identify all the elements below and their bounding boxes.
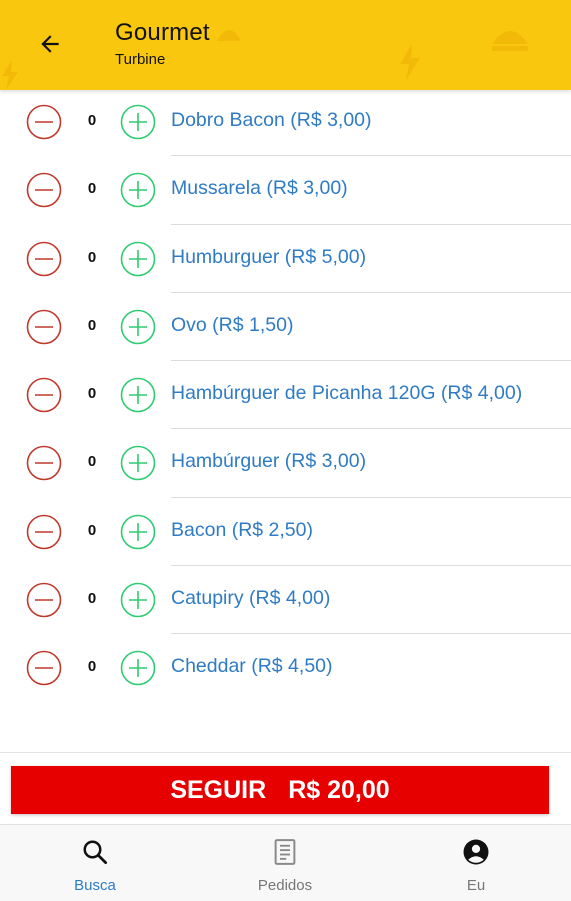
- item-quantity: 0: [87, 385, 97, 403]
- nav-orders-label: Pedidos: [257, 877, 313, 894]
- minus-circle-icon[interactable]: [26, 309, 62, 345]
- bottom-navigation: Busca Pedidos Eu: [0, 824, 571, 901]
- nav-search-label: Busca: [74, 877, 116, 894]
- item-label[interactable]: Hambúrguer de Picanha 120G (R$ 4,00): [171, 382, 549, 405]
- item-label[interactable]: Cheddar (R$ 4,50): [171, 655, 549, 678]
- list-item: 0 Dobro Bacon (R$ 3,00): [0, 88, 571, 157]
- item-label[interactable]: Humburguer (R$ 5,00): [171, 246, 549, 269]
- burger-decoration-icon: [492, 31, 528, 51]
- item-label[interactable]: Mussarela (R$ 3,00): [171, 177, 549, 200]
- plus-circle-icon[interactable]: [120, 309, 156, 345]
- list-item: 0 Hambúrguer (R$ 3,00): [0, 429, 571, 498]
- plus-circle-icon[interactable]: [120, 377, 156, 413]
- list-item: 0 Ovo (R$ 1,50): [0, 293, 571, 362]
- plus-circle-icon[interactable]: [120, 514, 156, 550]
- bolt-decoration-icon: [400, 44, 420, 80]
- plus-circle-icon[interactable]: [120, 445, 156, 481]
- plus-circle-icon[interactable]: [120, 104, 156, 140]
- minus-circle-icon[interactable]: [26, 514, 62, 550]
- burger-decoration-icon: [217, 30, 241, 41]
- plus-circle-icon[interactable]: [120, 582, 156, 618]
- item-label[interactable]: Ovo (R$ 1,50): [171, 314, 549, 337]
- item-quantity: 0: [87, 248, 97, 266]
- nav-me-label: Eu: [466, 877, 486, 894]
- plus-circle-icon[interactable]: [120, 172, 156, 208]
- continue-button[interactable]: SEGUIR R$ 20,00: [11, 766, 549, 814]
- item-quantity: 0: [87, 112, 97, 129]
- search-icon: [83, 840, 107, 864]
- minus-circle-icon[interactable]: [26, 377, 62, 413]
- minus-circle-icon[interactable]: [26, 104, 62, 140]
- item-quantity: 0: [87, 453, 97, 471]
- item-label[interactable]: Bacon (R$ 2,50): [171, 519, 549, 542]
- footer-divider: [0, 752, 571, 753]
- item-label[interactable]: Hambúrguer (R$ 3,00): [171, 450, 549, 473]
- item-quantity: 0: [87, 521, 97, 539]
- item-quantity: 0: [87, 316, 97, 334]
- order-total: R$ 20,00: [288, 775, 390, 804]
- continue-label: SEGUIR: [170, 775, 267, 804]
- nav-me[interactable]: Eu: [381, 825, 571, 901]
- item-label[interactable]: Dobro Bacon (R$ 3,00): [171, 109, 549, 132]
- back-button[interactable]: [28, 26, 72, 62]
- list-item: 0 Bacon (R$ 2,50): [0, 498, 571, 567]
- addon-list: 0 Dobro Bacon (R$ 3,00) 0 Mussarela (R$ …: [0, 88, 571, 703]
- minus-circle-icon[interactable]: [26, 445, 62, 481]
- page-title: Gourmet: [115, 19, 210, 46]
- item-quantity: 0: [87, 180, 97, 198]
- item-label[interactable]: Catupiry (R$ 4,00): [171, 587, 549, 610]
- minus-circle-icon[interactable]: [26, 172, 62, 208]
- list-item: 0 Mussarela (R$ 3,00): [0, 156, 571, 225]
- list-item: 0 Humburguer (R$ 5,00): [0, 225, 571, 293]
- receipt-icon: [274, 839, 296, 865]
- minus-circle-icon[interactable]: [26, 650, 62, 686]
- arrow-left-icon: [41, 35, 59, 53]
- list-item: 0 Cheddar (R$ 4,50): [0, 634, 571, 702]
- nav-orders[interactable]: Pedidos: [190, 825, 380, 901]
- plus-circle-icon[interactable]: [120, 650, 156, 686]
- minus-circle-icon[interactable]: [26, 241, 62, 277]
- page-subtitle: Turbine: [115, 51, 166, 68]
- list-item: 0 Hambúrguer de Picanha 120G (R$ 4,00): [0, 361, 571, 430]
- minus-circle-icon[interactable]: [26, 582, 62, 618]
- nav-search[interactable]: Busca: [0, 825, 190, 901]
- app-header: Gourmet Turbine: [0, 0, 571, 90]
- item-quantity: 0: [87, 590, 97, 608]
- item-quantity: 0: [87, 658, 97, 676]
- plus-circle-icon[interactable]: [120, 241, 156, 277]
- list-item: 0 Catupiry (R$ 4,00): [0, 566, 571, 635]
- account-circle-icon: [463, 839, 489, 865]
- bolt-decoration-icon: [2, 60, 18, 90]
